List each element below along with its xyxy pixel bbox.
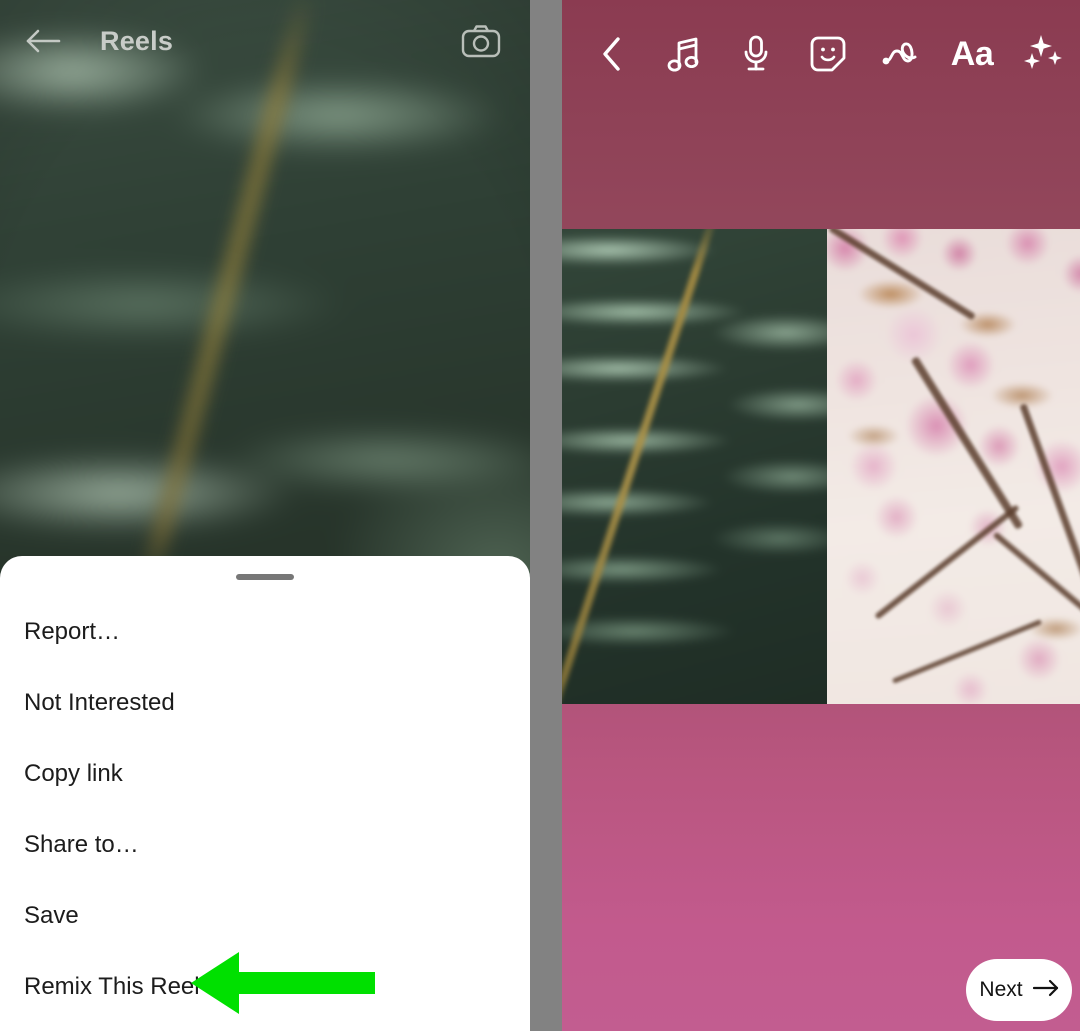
draw-icon[interactable]: [864, 19, 936, 89]
photo-collage: [562, 229, 1080, 704]
menu-item-share-to[interactable]: Share to…: [0, 809, 530, 880]
next-button-label: Next: [979, 978, 1023, 1001]
menu-item-label: Remix This Reel: [24, 972, 200, 1000]
panel-divider: [530, 0, 562, 1031]
screenshot-root: Reels Report… Not Interested Copy link S…: [0, 0, 1080, 1031]
options-menu: Report… Not Interested Copy link Share t…: [0, 580, 530, 1022]
arrow-right-icon: [1032, 979, 1059, 1002]
options-bottom-sheet: Report… Not Interested Copy link Share t…: [0, 556, 530, 1031]
sticker-icon[interactable]: [792, 19, 864, 89]
fern-photo-art: [562, 229, 827, 704]
text-icon[interactable]: Aa: [936, 19, 1008, 89]
music-note-icon[interactable]: [648, 19, 720, 89]
back-arrow-icon[interactable]: [22, 19, 66, 63]
menu-item-copy-link[interactable]: Copy link: [0, 738, 530, 809]
fern-photo[interactable]: [562, 229, 827, 704]
menu-item-label: Save: [24, 901, 79, 929]
reels-header: Reels: [0, 0, 530, 82]
menu-item-label: Copy link: [24, 759, 123, 787]
menu-item-label: Not Interested: [24, 688, 175, 716]
story-editor-panel: Aa Next: [562, 0, 1080, 1031]
sparkles-icon[interactable]: [1008, 19, 1080, 89]
menu-item-not-interested[interactable]: Not Interested: [0, 667, 530, 738]
menu-item-label: Share to…: [24, 830, 139, 858]
reels-viewer-panel: Reels Report… Not Interested Copy link S…: [0, 0, 530, 1031]
story-editor-toolbar: Aa: [562, 0, 1080, 108]
menu-item-label: Report…: [24, 617, 121, 645]
camera-icon[interactable]: [458, 18, 504, 64]
menu-item-report[interactable]: Report…: [0, 596, 530, 667]
microphone-icon[interactable]: [720, 19, 792, 89]
menu-item-remix-this-reel[interactable]: Remix This Reel: [0, 951, 530, 1022]
back-chevron-icon[interactable]: [576, 19, 648, 89]
page-title: Reels: [100, 25, 174, 56]
next-button[interactable]: Next: [966, 959, 1072, 1021]
menu-item-save[interactable]: Save: [0, 880, 530, 951]
blossom-photo[interactable]: [827, 229, 1080, 704]
